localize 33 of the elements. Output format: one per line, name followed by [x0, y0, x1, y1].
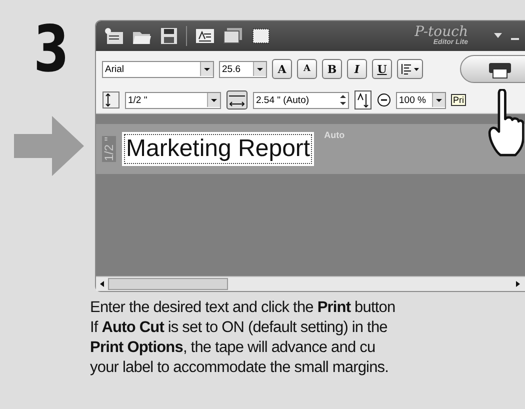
pointing-hand-icon — [488, 89, 524, 157]
save-icon[interactable] — [160, 27, 178, 45]
arrow-icon — [14, 116, 84, 176]
image-icon[interactable] — [223, 27, 243, 45]
zoom-out-icon[interactable] — [377, 93, 391, 107]
tape-width-icon[interactable] — [102, 91, 120, 109]
align-button[interactable] — [397, 59, 423, 79]
tape-width-select[interactable]: 1/2 " — [125, 92, 221, 108]
grow-font-button[interactable]: A — [272, 59, 292, 79]
step-number: 3 — [33, 20, 69, 80]
font-size-select[interactable]: 25.6 — [219, 60, 267, 78]
font-select[interactable]: Arial — [102, 60, 214, 78]
instruction-text: Enter the desired text and click the Print button If Auto Cut is set to ON (default setting) in the Print Options, the tape will advance and cu your label to accommodate the small margins. — [90, 298, 396, 378]
align-left-icon — [400, 63, 420, 75]
horizontal-scrollbar[interactable] — [96, 276, 525, 291]
text-box-icon[interactable] — [195, 27, 215, 45]
label-length-icon[interactable] — [226, 90, 248, 110]
frame-icon[interactable] — [251, 27, 271, 45]
tape-width-label: 1/2 " — [102, 136, 116, 162]
italic-button[interactable]: I — [347, 59, 367, 79]
length-mode-label: Auto — [324, 130, 345, 140]
spinner-arrows-icon[interactable] — [338, 93, 348, 107]
tooltip: Pri — [451, 94, 466, 106]
vertical-text-icon[interactable] — [354, 90, 372, 110]
print-button[interactable] — [460, 55, 525, 83]
new-label-icon[interactable] — [104, 27, 124, 45]
shrink-font-button[interactable]: A — [297, 59, 317, 79]
label-text-box[interactable]: Marketing Report — [122, 132, 314, 166]
zoom-select[interactable]: 100 % — [396, 92, 446, 108]
menu-caret-icon[interactable] — [494, 33, 502, 39]
underline-button[interactable]: U — [372, 59, 392, 79]
label-length-spinner[interactable]: 2.54 " (Auto) — [253, 92, 349, 108]
bold-button[interactable]: B — [322, 59, 342, 79]
